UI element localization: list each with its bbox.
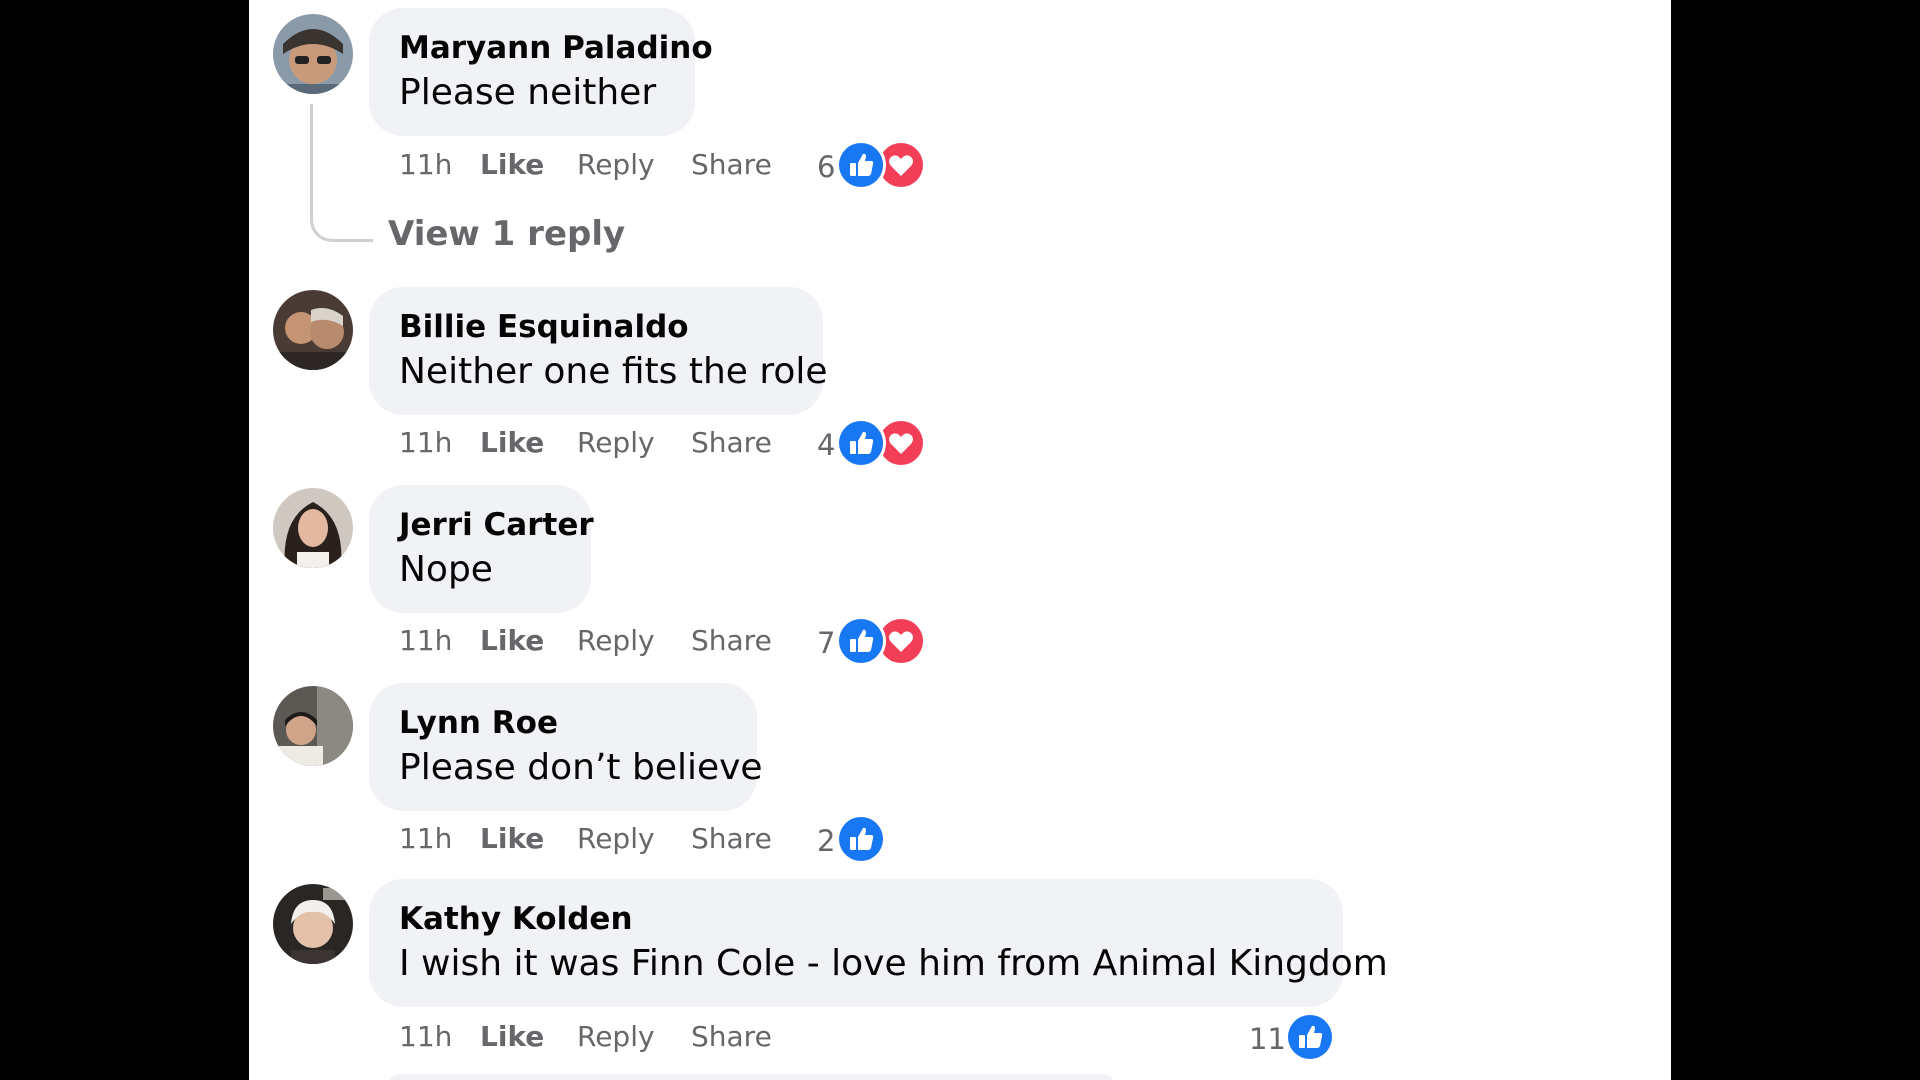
- comment-bubble: Jerri Carter Nope: [369, 485, 594, 613]
- comment-timestamp[interactable]: 11h: [399, 1020, 452, 1053]
- like-button[interactable]: Like: [480, 822, 544, 855]
- reaction-count[interactable]: 2: [817, 824, 835, 858]
- comment-bubble: Billie Esquinaldo Neither one fits the r…: [369, 287, 828, 415]
- comment-text: Neither one fits the role: [399, 351, 828, 392]
- share-button[interactable]: Share: [691, 148, 772, 181]
- like-button[interactable]: Like: [480, 1020, 544, 1053]
- comment-timestamp[interactable]: 11h: [399, 822, 452, 855]
- comment-bubble: Kathy Kolden I wish it was Finn Cole - l…: [369, 879, 1388, 1007]
- reaction-count[interactable]: 7: [817, 626, 835, 660]
- like-button[interactable]: Like: [480, 148, 544, 181]
- comments-panel: Maryann Paladino Please neither 11h Like…: [249, 0, 1671, 1080]
- comment-text: I wish it was Finn Cole - love him from …: [399, 943, 1388, 984]
- share-button[interactable]: Share: [691, 1020, 772, 1053]
- comment-timestamp[interactable]: 11h: [399, 148, 452, 181]
- avatar[interactable]: [273, 14, 353, 94]
- reply-button[interactable]: Reply: [577, 822, 655, 855]
- reply-button[interactable]: Reply: [577, 148, 655, 181]
- thread-connector: [310, 104, 373, 242]
- like-icon[interactable]: [836, 140, 886, 190]
- reply-button[interactable]: Reply: [577, 624, 655, 657]
- reply-button[interactable]: Reply: [577, 1020, 655, 1053]
- like-icon[interactable]: [836, 814, 886, 864]
- reaction-count[interactable]: 11: [1249, 1022, 1286, 1056]
- like-icon[interactable]: [1285, 1012, 1335, 1062]
- like-icon[interactable]: [836, 616, 886, 666]
- share-button[interactable]: Share: [691, 624, 772, 657]
- like-icon[interactable]: [836, 418, 886, 468]
- avatar[interactable]: [273, 686, 353, 766]
- share-button[interactable]: Share: [691, 426, 772, 459]
- comment-text: Nope: [399, 549, 493, 590]
- comment-author[interactable]: Billie Esquinaldo: [399, 309, 689, 345]
- comment-author[interactable]: Kathy Kolden: [399, 901, 633, 937]
- comment-timestamp[interactable]: 11h: [399, 624, 452, 657]
- reply-button[interactable]: Reply: [577, 426, 655, 459]
- avatar[interactable]: [273, 488, 353, 568]
- reaction-count[interactable]: 6: [817, 150, 835, 184]
- like-button[interactable]: Like: [480, 426, 544, 459]
- comment-author[interactable]: Lynn Roe: [399, 705, 558, 741]
- comment-bubble: Lynn Roe Please don’t believe: [369, 683, 763, 811]
- reaction-count[interactable]: 4: [817, 428, 835, 462]
- comment-timestamp[interactable]: 11h: [399, 426, 452, 459]
- comment-author[interactable]: Maryann Paladino: [399, 30, 713, 66]
- share-button[interactable]: Share: [691, 822, 772, 855]
- comment-bubble: Maryann Paladino Please neither: [369, 8, 713, 136]
- avatar[interactable]: [273, 290, 353, 370]
- comment-text: Please don’t believe: [399, 747, 763, 788]
- comment-text: Please neither: [399, 72, 657, 113]
- next-comment-bubble: [389, 1074, 1114, 1080]
- comment-author[interactable]: Jerri Carter: [399, 507, 594, 543]
- view-replies-link[interactable]: View 1 reply: [388, 214, 625, 254]
- avatar[interactable]: [273, 884, 353, 964]
- like-button[interactable]: Like: [480, 624, 544, 657]
